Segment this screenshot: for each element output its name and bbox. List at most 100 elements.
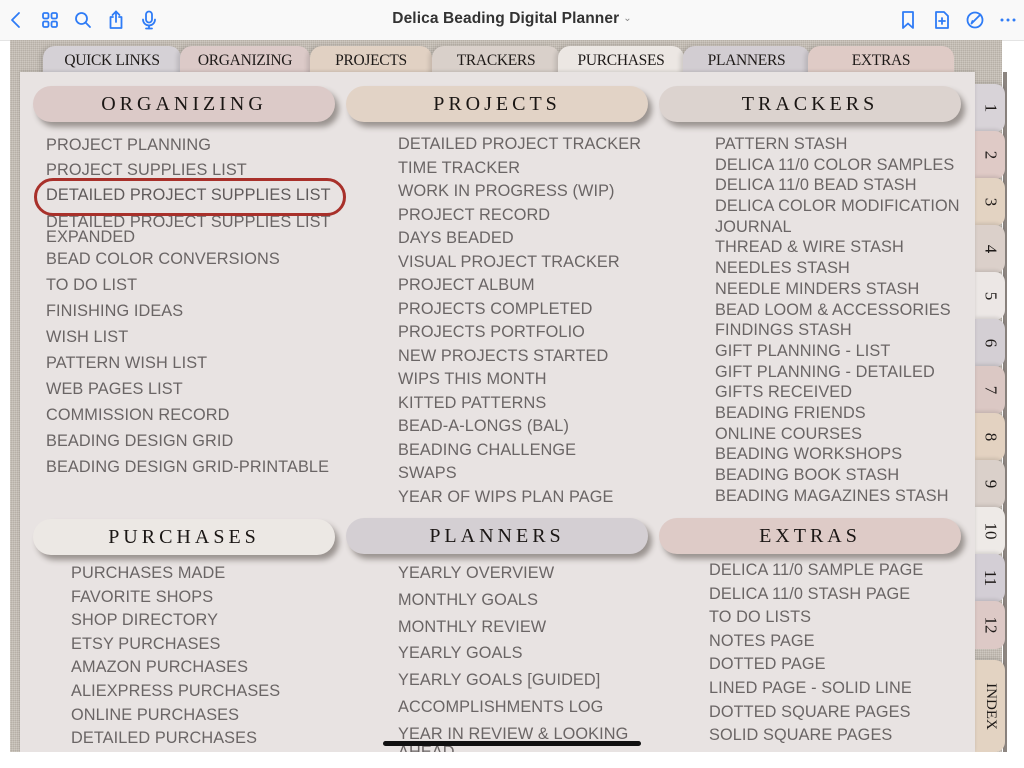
list-item[interactable]: KITTED PATTERNS bbox=[398, 394, 641, 418]
side-tab-2[interactable]: 2 bbox=[975, 131, 1005, 179]
side-tab-12[interactable]: 12 bbox=[975, 601, 1005, 649]
list-item[interactable]: PROJECTS COMPLETED bbox=[398, 300, 641, 324]
list-item[interactable]: PATTERN STASH bbox=[715, 135, 960, 156]
list-item[interactable]: TIME TRACKER bbox=[398, 159, 641, 183]
list-item[interactable]: BEAD LOOM & ACCESSORIES bbox=[715, 301, 960, 322]
list-item[interactable]: ONLINE PURCHASES bbox=[71, 706, 280, 730]
list-item[interactable]: FINDINGS STASH bbox=[715, 321, 960, 342]
list-item[interactable]: BEAD COLOR CONVERSIONS bbox=[46, 250, 346, 276]
list-item[interactable]: FAVORITE SHOPS bbox=[71, 588, 280, 612]
list-item[interactable]: COMMISSION RECORD bbox=[46, 406, 346, 432]
list-item[interactable]: BEADING BOOK STASH bbox=[715, 466, 960, 487]
list-item[interactable]: DAYS BEADED bbox=[398, 229, 641, 253]
side-tab-6[interactable]: 6 bbox=[975, 319, 1005, 367]
list-item[interactable]: PROJECT PLANNING bbox=[46, 136, 346, 161]
list-item[interactable]: DOTTED PAGE bbox=[709, 655, 923, 679]
extras-list: DELICA 11/0 SAMPLE PAGE DELICA 11/0 STAS… bbox=[709, 561, 923, 750]
section-header-organizing[interactable]: ORGANIZING bbox=[33, 86, 335, 122]
section-header-trackers[interactable]: TRACKERS bbox=[659, 86, 961, 122]
chevron-down-icon[interactable]: ⌄ bbox=[623, 13, 631, 24]
list-item[interactable]: FINISHING IDEAS bbox=[46, 302, 346, 328]
list-item[interactable]: PURCHASES MADE bbox=[71, 564, 280, 588]
home-indicator[interactable] bbox=[383, 741, 641, 746]
list-item[interactable]: GIFT PLANNING - LIST bbox=[715, 342, 960, 363]
list-item[interactable]: VISUAL PROJECT TRACKER bbox=[398, 253, 641, 277]
highlight-circle-annotation bbox=[34, 178, 346, 216]
list-item[interactable]: NOTES PAGE bbox=[709, 632, 923, 656]
list-item[interactable]: YEAR OF WIPS PLAN PAGE bbox=[398, 488, 641, 512]
list-item[interactable]: YEARLY GOALS [GUIDED] bbox=[398, 671, 648, 698]
list-item[interactable]: SHOP DIRECTORY bbox=[71, 611, 280, 635]
side-tab-3[interactable]: 3 bbox=[975, 178, 1005, 226]
list-item[interactable]: WORK IN PROGRESS (WIP) bbox=[398, 182, 641, 206]
list-item[interactable]: PROJECT ALBUM bbox=[398, 276, 641, 300]
side-tab-label: 3 bbox=[981, 197, 1000, 207]
list-item[interactable]: DELICA COLOR MODIFICATION bbox=[715, 197, 960, 218]
list-item[interactable]: WISH LIST bbox=[46, 328, 346, 354]
document-title[interactable]: Delica Beading Digital Planner ⌄ bbox=[0, 10, 1024, 28]
list-item[interactable]: BEADING MAGAZINES STASH bbox=[715, 487, 960, 508]
section-header-projects[interactable]: PROJECTS bbox=[346, 86, 648, 122]
side-tab-1[interactable]: 1 bbox=[975, 84, 1005, 132]
list-item[interactable]: NEW PROJECTS STARTED bbox=[398, 347, 641, 371]
section-header-planners[interactable]: PLANNERS bbox=[346, 518, 648, 554]
list-item[interactable]: GIFT PLANNING - DETAILED bbox=[715, 363, 960, 384]
list-item[interactable]: SWAPS bbox=[398, 464, 641, 488]
list-item[interactable]: BEADING FRIENDS bbox=[715, 404, 960, 425]
side-tab-5[interactable]: 5 bbox=[975, 272, 1005, 320]
side-tab-label: 8 bbox=[981, 432, 1000, 442]
list-item[interactable]: AMAZON PURCHASES bbox=[71, 658, 280, 682]
list-item[interactable]: TO DO LISTS bbox=[709, 608, 923, 632]
add-page-icon[interactable] bbox=[930, 8, 954, 32]
list-item[interactable]: DOTTED SQUARE PAGES bbox=[709, 703, 923, 727]
list-item[interactable]: BEADING CHALLENGE bbox=[398, 441, 641, 465]
list-item[interactable]: WIPS THIS MONTH bbox=[398, 370, 641, 394]
list-item[interactable]: TO DO LIST bbox=[46, 276, 346, 302]
list-item[interactable]: SOLID SQUARE PAGES bbox=[709, 726, 923, 750]
list-item[interactable]: DETAILED PURCHASES bbox=[71, 729, 280, 753]
app-toolbar: Delica Beading Digital Planner ⌄ bbox=[0, 0, 1024, 41]
side-tab-label: INDEX bbox=[982, 682, 999, 730]
section-header-purchases[interactable]: PURCHASES bbox=[33, 519, 335, 555]
list-item[interactable]: NEEDLES STASH bbox=[715, 259, 960, 280]
list-item[interactable]: MONTHLY GOALS bbox=[398, 591, 648, 618]
side-tab-index[interactable]: INDEX bbox=[975, 660, 1005, 752]
more-icon[interactable] bbox=[996, 8, 1020, 32]
list-item[interactable]: PATTERN WISH LIST bbox=[46, 354, 346, 380]
list-item[interactable]: YEARLY OVERVIEW bbox=[398, 564, 648, 591]
list-item[interactable]: DELICA 11/0 STASH PAGE bbox=[709, 585, 923, 609]
list-item[interactable]: WEB PAGES LIST bbox=[46, 380, 346, 406]
list-item[interactable]: DELICA 11/0 SAMPLE PAGE bbox=[709, 561, 923, 585]
list-item[interactable]: BEADING WORKSHOPS bbox=[715, 445, 960, 466]
list-item[interactable]: LINED PAGE - SOLID LINE bbox=[709, 679, 923, 703]
list-item[interactable]: ONLINE COURSES bbox=[715, 425, 960, 446]
list-item[interactable]: MONTHLY REVIEW bbox=[398, 618, 648, 645]
side-tab-10[interactable]: 10 bbox=[975, 507, 1005, 555]
list-item[interactable]: GIFTS RECEIVED bbox=[715, 383, 960, 404]
list-item[interactable]: YEARLY GOALS bbox=[398, 644, 648, 671]
list-item[interactable]: BEADING DESIGN GRID bbox=[46, 432, 346, 458]
list-item[interactable]: ETSY PURCHASES bbox=[71, 635, 280, 659]
list-item[interactable]: PROJECT RECORD bbox=[398, 206, 641, 230]
list-item[interactable]: ALIEXPRESS PURCHASES bbox=[71, 682, 280, 706]
list-item[interactable]: PROJECTS PORTFOLIO bbox=[398, 323, 641, 347]
side-tab-11[interactable]: 11 bbox=[975, 554, 1005, 602]
side-tab-4[interactable]: 4 bbox=[975, 225, 1005, 273]
list-item[interactable]: ACCOMPLISHMENTS LOG bbox=[398, 698, 648, 725]
list-item[interactable]: BEAD-A-LONGS (BAL) bbox=[398, 417, 641, 441]
side-tab-9[interactable]: 9 bbox=[975, 460, 1005, 508]
bookmark-icon[interactable] bbox=[896, 8, 920, 32]
side-tab-label: 7 bbox=[981, 385, 1000, 395]
list-item[interactable]: JOURNAL bbox=[715, 218, 960, 239]
list-item[interactable]: NEEDLE MINDERS STASH bbox=[715, 280, 960, 301]
list-item[interactable]: DELICA 11/0 COLOR SAMPLES bbox=[715, 156, 960, 177]
side-tab-8[interactable]: 8 bbox=[975, 413, 1005, 461]
list-item[interactable]: DETAILED PROJECT TRACKER bbox=[398, 135, 641, 159]
list-item[interactable]: BEADING DESIGN GRID-PRINTABLE bbox=[46, 458, 346, 484]
list-item[interactable]: DETAILED PROJECT SUPPLIES LIST EXPANDED bbox=[46, 213, 346, 250]
side-tab-7[interactable]: 7 bbox=[975, 366, 1005, 414]
list-item[interactable]: THREAD & WIRE STASH bbox=[715, 238, 960, 259]
list-item[interactable]: DELICA 11/0 BEAD STASH bbox=[715, 176, 960, 197]
markup-icon[interactable] bbox=[963, 8, 987, 32]
section-header-extras[interactable]: EXTRAS bbox=[659, 518, 961, 554]
